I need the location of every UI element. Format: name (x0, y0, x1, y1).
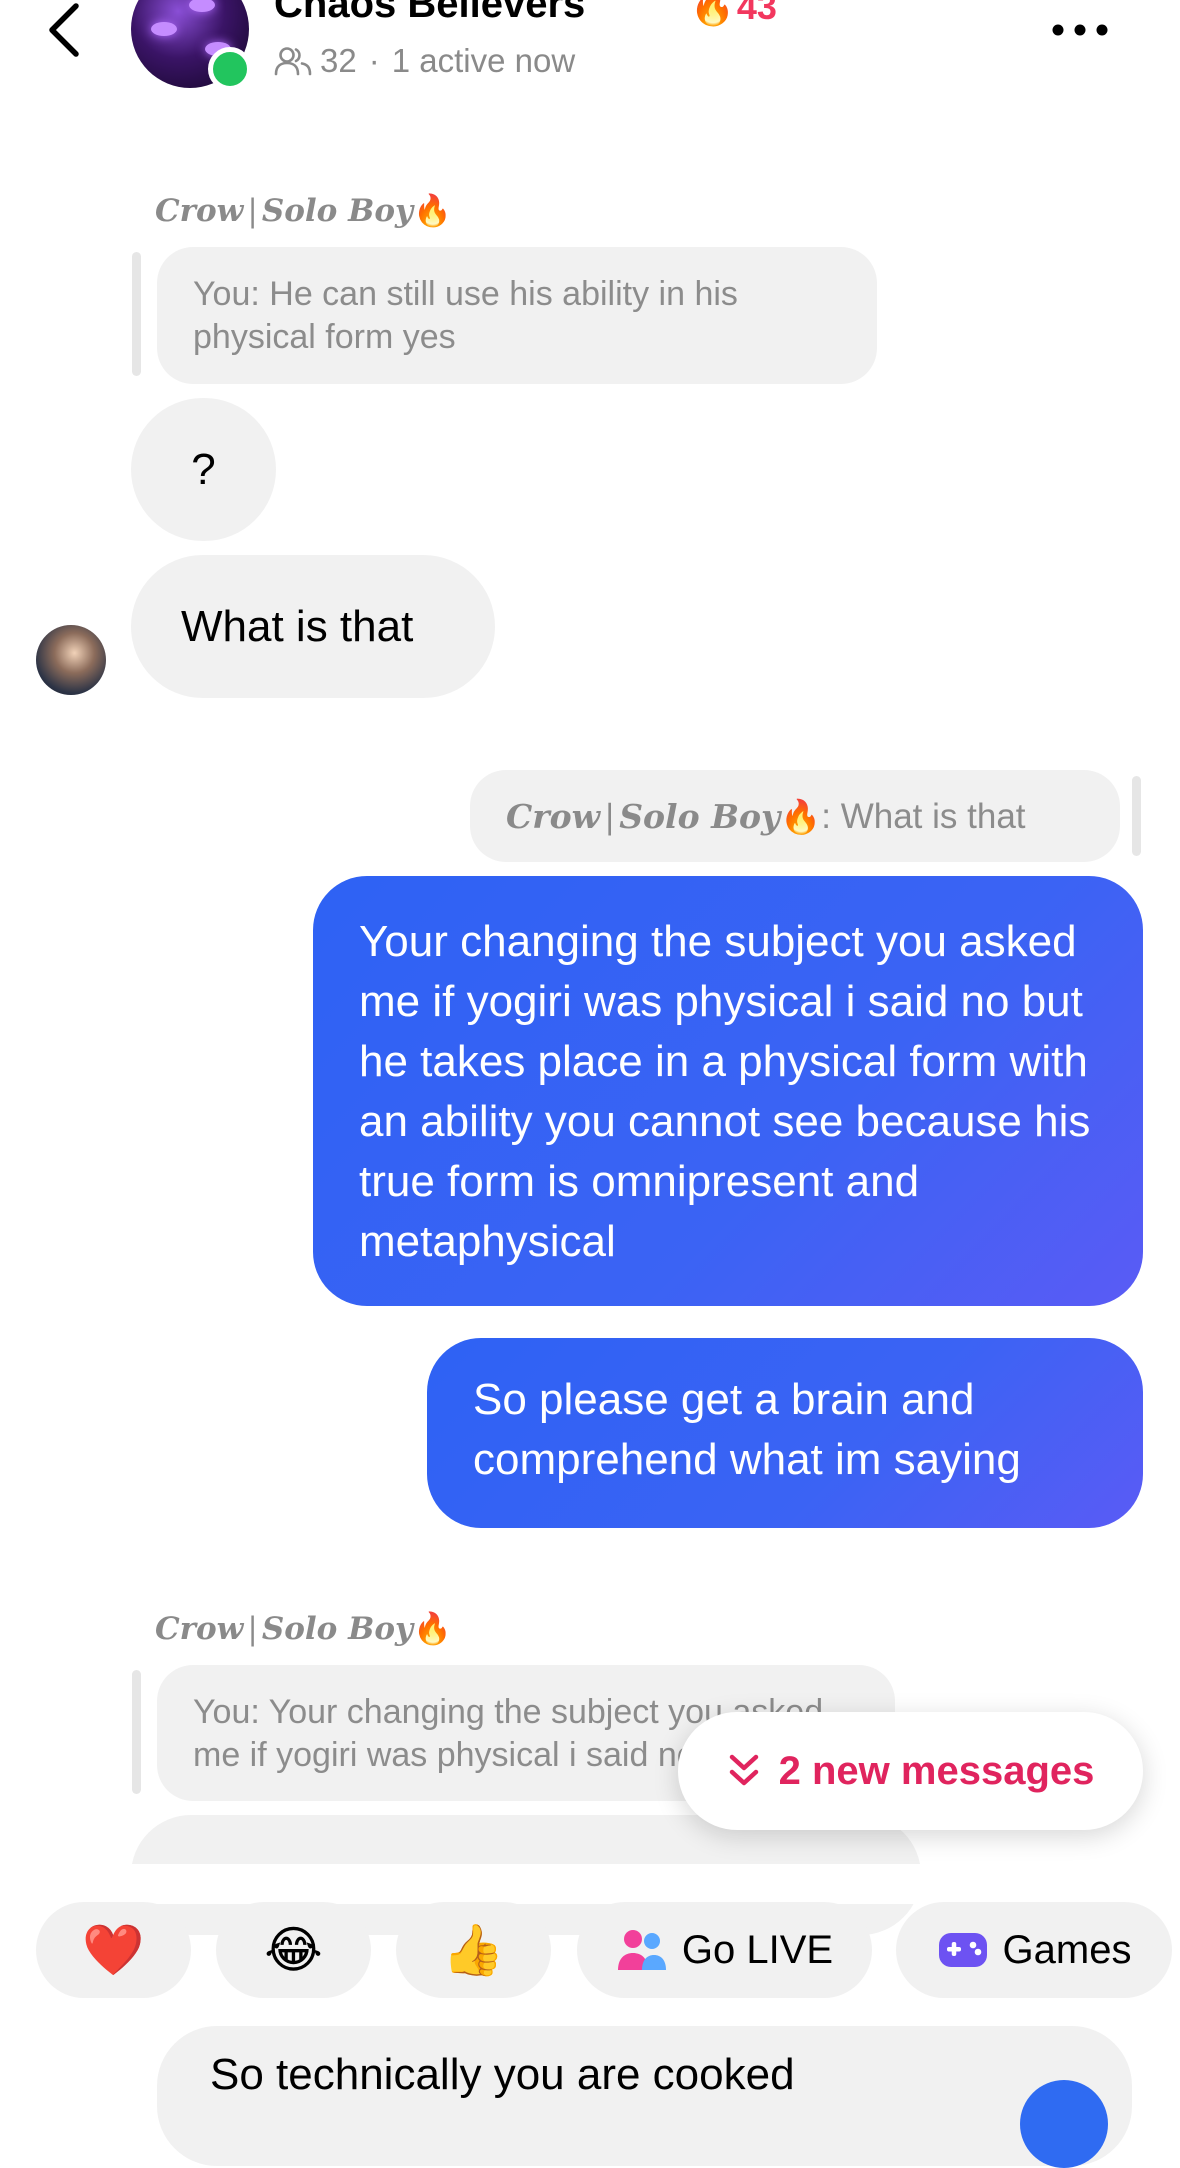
scroll-fade (0, 1864, 1180, 1904)
reply-name: Crow (155, 1611, 244, 1647)
message-bubble-out[interactable]: Your changing the subject you asked me i… (313, 876, 1143, 1306)
message-input-text[interactable]: So technically you are cooked (210, 2050, 795, 2100)
streak-badge: 🔥 43 (690, 0, 777, 28)
send-button[interactable] (1020, 2080, 1108, 2168)
streak-count: 43 (736, 0, 777, 27)
group-title[interactable]: Chaos Believers (274, 0, 585, 27)
reply-bar (132, 252, 141, 376)
reply-name: Crow (506, 796, 601, 836)
quoted-message[interactable]: Crow | Solo Boy🔥: What is that (470, 770, 1120, 862)
fire-emoji: 🔥 (780, 796, 822, 836)
quoted-message[interactable]: You: He can still use his ability in his… (157, 247, 877, 384)
group-subline: 32 · 1 active now (274, 42, 575, 80)
reply-sender-name: Crow | Solo Boy🔥 (155, 192, 452, 229)
reply-name-separator: | (604, 796, 616, 836)
reply-sender-name: Crow | Solo Boy🔥 (155, 1610, 452, 1647)
more-horizontal-icon[interactable] (1050, 20, 1110, 40)
quote-text: : What is that (821, 796, 1026, 836)
laughing-face-icon: 😂 (264, 1922, 323, 1978)
reply-bar (132, 1670, 141, 1794)
thumbs-up-reaction-button[interactable]: 👍 (396, 1902, 551, 1998)
reply-subname: Solo Boy (261, 193, 414, 229)
message-bubble-out[interactable]: So please get a brain and comprehend wha… (427, 1338, 1143, 1528)
gamepad-icon (938, 1933, 987, 1967)
heart-icon: ❤️ (82, 1922, 145, 1978)
online-indicator (208, 47, 252, 91)
reply-name-separator: | (247, 193, 258, 229)
double-chevron-down-icon (729, 1754, 758, 1786)
thumbs-up-icon: 👍 (442, 1922, 505, 1978)
go-live-label: Go LIVE (681, 1927, 834, 1972)
people-icon (274, 47, 312, 76)
chevron-left-icon[interactable] (40, 0, 90, 60)
reply-subname: Solo Boy (619, 796, 781, 836)
reply-name-separator: | (247, 1611, 258, 1647)
reply-sender-name: Crow | Solo Boy🔥 (506, 795, 821, 838)
heart-reaction-button[interactable]: ❤️ (36, 1902, 191, 1998)
laugh-reaction-button[interactable]: 😂 (216, 1902, 371, 1998)
games-button[interactable]: Games (896, 1902, 1172, 1998)
reply-bar (1132, 776, 1141, 856)
fire-emoji: 🔥 (413, 1611, 452, 1647)
new-messages-button[interactable]: 2 new messages (678, 1712, 1143, 1830)
reply-subname: Solo Boy (261, 1611, 414, 1647)
go-live-button[interactable]: Go LIVE (577, 1902, 872, 1998)
avatar[interactable] (36, 625, 106, 695)
reply-name: Crow (155, 193, 244, 229)
active-status: 1 active now (391, 42, 576, 79)
message-bubble-in[interactable]: ? (131, 398, 276, 541)
message-bubble-in[interactable]: What is that (131, 555, 495, 698)
games-label: Games (1002, 1927, 1132, 1972)
new-messages-label: 2 new messages (778, 1748, 1095, 1793)
dot-separator: · (368, 42, 380, 79)
fire-icon: 🔥 (690, 0, 735, 27)
member-count: 32 (320, 42, 357, 79)
people-live-icon (617, 1930, 666, 1970)
fire-emoji: 🔥 (413, 193, 452, 229)
